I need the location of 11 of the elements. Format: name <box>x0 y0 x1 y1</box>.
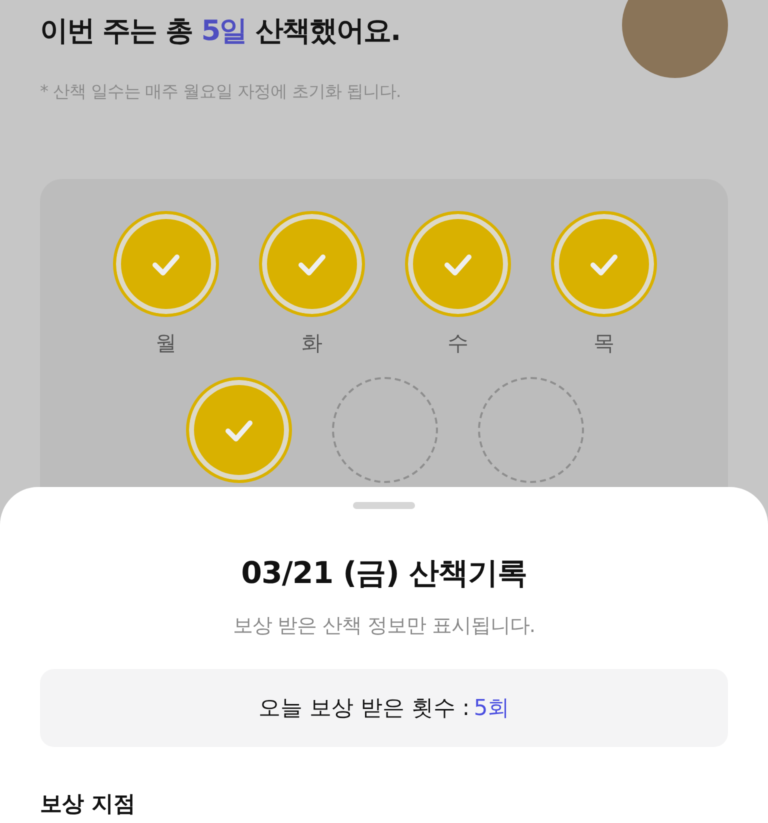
weekday-label: 월 <box>156 330 176 357</box>
sheet-subtitle: 보상 받은 산책 정보만 표시됩니다. <box>232 612 536 639</box>
sheet-handle[interactable] <box>353 502 415 509</box>
section-title: 보상 지점 <box>40 791 136 819</box>
weekday-label: 수 <box>448 330 468 357</box>
weekly-walk-headline: 이번 주는 총 5일 산책했어요. <box>40 13 401 49</box>
weekday-label: 목 <box>594 330 614 357</box>
weekday-label: 화 <box>302 330 322 357</box>
sheet-title: 03/21 (금) 산책기록 <box>241 555 527 593</box>
reward-count-text: 오늘 보상 받은 횟수 : 5회 <box>40 669 728 747</box>
reset-note: * 산책 일수는 매주 월요일 자정에 초기화 됩니다. <box>40 81 401 103</box>
